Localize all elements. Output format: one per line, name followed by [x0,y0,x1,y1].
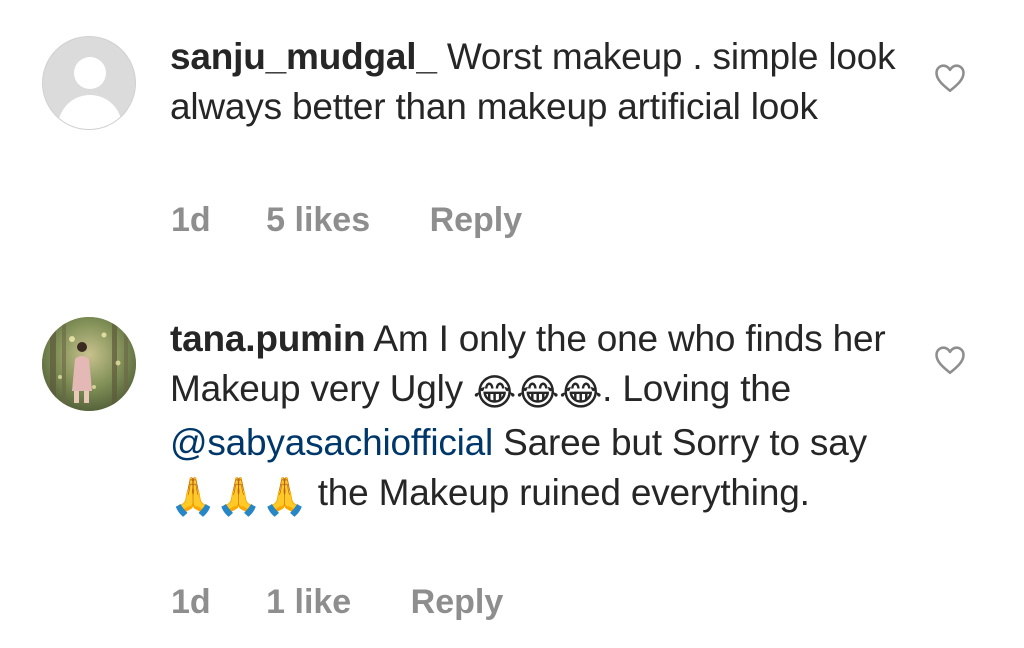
comment-time: 1d [171,201,211,239]
comment-text-part-3: Saree but Sorry to say [503,422,867,463]
comment-meta: 1d 5 likes Reply [171,201,522,240]
avatar-head-shape [74,57,106,89]
praying-hands-emoji-icon: 🙏 [261,476,308,517]
comment-body: sanju_mudgal_ Worst makeup . simple look… [170,32,910,132]
comment-body: tana.pumin Am I only the one who finds h… [170,314,910,522]
comment-text-part-2: . Loving the [602,368,792,409]
heart-outline-icon[interactable] [932,60,968,96]
comment-time: 1d [171,583,211,621]
profile-photo-image [42,317,136,411]
reply-button[interactable]: Reply [430,201,523,240]
heart-outline-icon[interactable] [932,342,968,378]
comment-likes-count[interactable]: 1 like [266,583,351,622]
avatar-profile-photo[interactable] [42,317,136,411]
comment-meta: 1d 1 like Reply [171,583,503,622]
mention-link[interactable]: @sabyasachiofficial [170,422,493,463]
praying-hands-emoji-icon: 🙏 [215,476,262,517]
laughing-emoji-icon: 😂 [473,372,517,413]
avatar-default-icon[interactable] [42,36,136,130]
praying-hands-emoji-icon: 🙏 [170,476,216,517]
comment-item-2: tana.pumin Am I only the one who finds h… [0,300,1024,648]
comment-text-part-4: the Makeup ruined everything. [317,472,810,513]
comment-username[interactable]: tana.pumin [170,318,366,359]
comment-likes-count[interactable]: 5 likes [266,201,370,240]
reply-button[interactable]: Reply [411,583,504,622]
laughing-emoji-icon: 😂 [559,372,603,413]
comment-item-1: sanju_mudgal_ Worst makeup . simple look… [0,0,1024,300]
avatar-shoulders-shape [58,95,122,129]
comment-username[interactable]: sanju_mudgal_ [170,36,437,77]
laughing-emoji-icon: 😂 [516,372,560,413]
